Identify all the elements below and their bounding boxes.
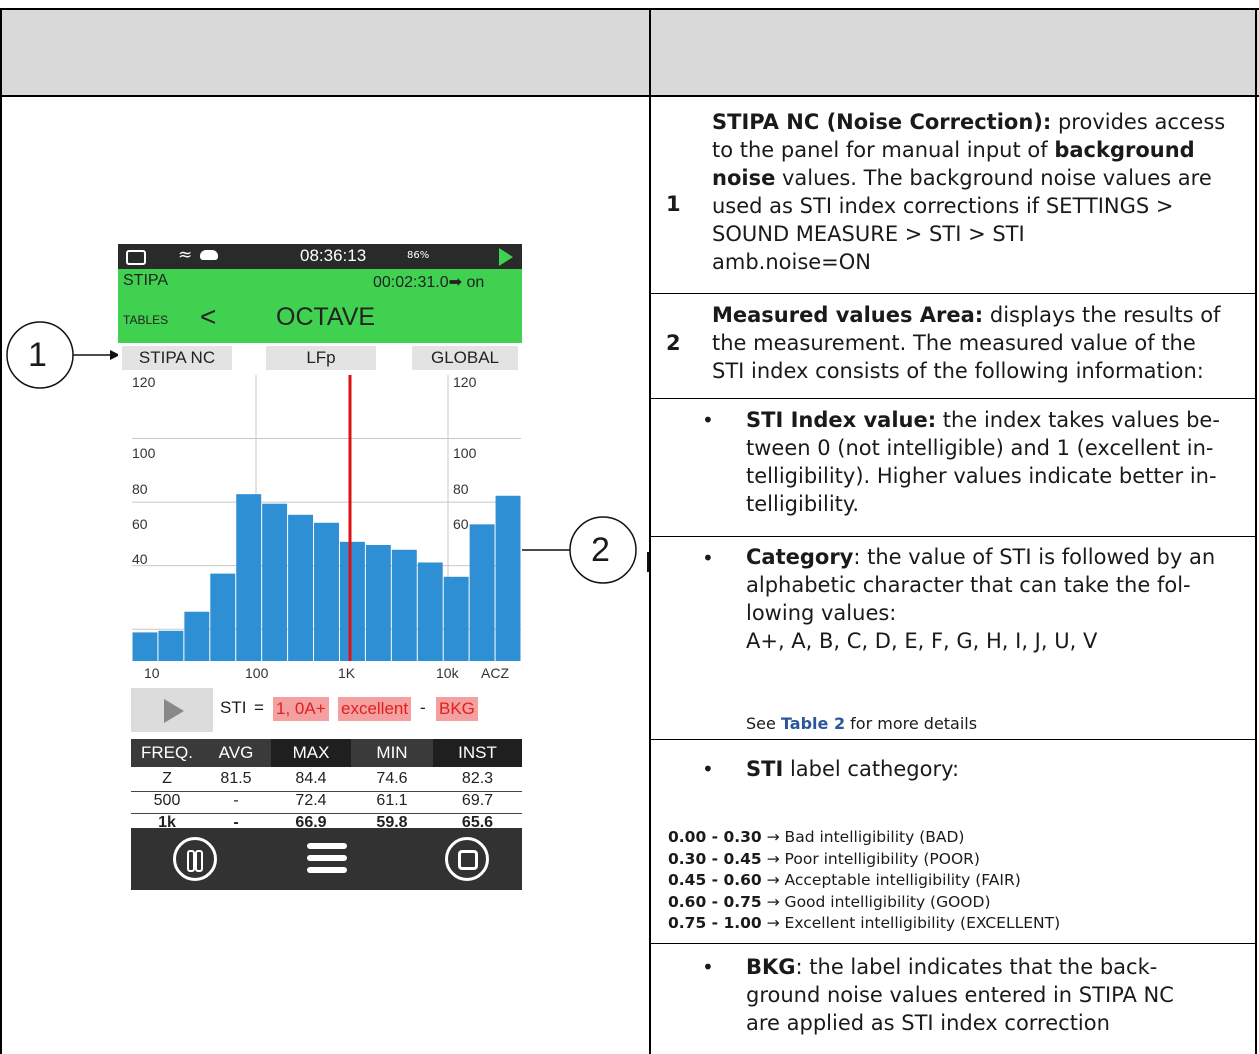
sti-equals: = — [254, 698, 264, 717]
table-header: FREQ. AVG MAX MIN INST — [131, 739, 522, 767]
play-button[interactable] — [131, 688, 213, 732]
sti-dash: - — [420, 698, 426, 717]
bar — [158, 630, 184, 661]
column-header: MAX — [271, 739, 351, 767]
table-cell: 72.4 — [295, 792, 327, 809]
bar — [262, 503, 288, 661]
pause-button[interactable] — [173, 837, 217, 881]
table-row: Z 81.5 84.4 74.6 82.3 — [131, 769, 522, 792]
play-status-icon — [499, 248, 513, 266]
status-time: 08:36:13 — [300, 246, 367, 265]
sti-result-row: STI = 1, 0A+ excellent - BKG — [118, 688, 522, 732]
status-bar: ≈ 08:36:13 86% — [118, 244, 522, 269]
screen-icon — [126, 250, 146, 265]
bar — [339, 541, 365, 661]
bottom-toolbar — [131, 828, 522, 890]
bar — [443, 576, 469, 661]
wifi-icon: ≈ — [178, 245, 193, 265]
bar — [495, 495, 521, 661]
stop-button[interactable] — [445, 837, 489, 881]
timer: 00:02:31.0➡ on — [373, 274, 485, 291]
menu-icon-line — [307, 867, 347, 873]
view-title: OCTAVE — [276, 303, 376, 331]
tab-lfp[interactable]: LFp — [266, 346, 376, 370]
table-cell: 84.4 — [295, 770, 327, 787]
table-cell: 82.3 — [461, 770, 494, 787]
table-cell: 69.7 — [461, 792, 494, 809]
table-cell: 81.5 — [220, 770, 252, 787]
table-cell: 500 — [153, 792, 181, 809]
tabs-row: STIPA NC LFp GLOBAL — [118, 343, 522, 373]
y-tick-label: 60 — [132, 516, 148, 532]
y-tick-label-right: 100 — [453, 445, 477, 461]
x-tick-label: ACZ — [481, 665, 509, 681]
sti-bkg: BKG — [436, 697, 478, 721]
x-tick-label: 1K — [338, 665, 356, 681]
mode-panel: STIPA 00:02:31.0➡ on TABLES < OCTAVE — [118, 269, 522, 343]
mode-label: STIPA — [123, 272, 169, 289]
y-tick-label: 120 — [132, 374, 156, 390]
callout-label-1: 1 — [28, 336, 47, 374]
menu-icon — [307, 843, 347, 849]
table-cell: 61.1 — [376, 792, 408, 809]
y-tick-label-right: 120 — [453, 374, 477, 390]
bar — [391, 549, 417, 661]
table-cell: 74.6 — [376, 770, 408, 787]
stop-icon — [458, 850, 478, 870]
table-cell: Z — [162, 770, 172, 787]
bar — [469, 524, 495, 661]
bar — [417, 562, 443, 661]
column-header: INST — [433, 739, 522, 767]
y-tick-label: 100 — [132, 445, 156, 461]
bar — [236, 494, 262, 661]
bar — [314, 522, 339, 661]
x-tick-label: 100 — [245, 665, 269, 681]
column-header: FREQ. — [141, 743, 193, 762]
bar — [365, 545, 391, 661]
column-header: AVG — [218, 743, 254, 762]
sti-value: 1, 0A+ — [273, 697, 329, 721]
table-row: 500 - 72.4 61.1 69.7 — [131, 791, 522, 814]
battery-level: 86% — [407, 250, 430, 261]
pause-icon-bar — [195, 850, 203, 872]
y-tick-label-right: 60 — [453, 516, 469, 532]
y-tick-label: 40 — [132, 551, 148, 567]
pause-icon — [187, 850, 195, 872]
x-tick-label: 10k — [436, 665, 459, 681]
menu-button[interactable] — [307, 843, 347, 873]
device-screen: ≈ 08:36:13 86% STIPA 00:02:31.0➡ on TABL… — [118, 244, 522, 890]
menu-icon-line — [307, 855, 347, 861]
bar — [210, 573, 236, 661]
sti-label: STI — [220, 698, 247, 717]
y-tick-label-right: 80 — [453, 481, 469, 497]
bar — [184, 611, 210, 661]
bar — [288, 514, 314, 661]
back-chevron-icon[interactable]: < — [200, 301, 216, 333]
column-header: MIN — [376, 743, 408, 762]
table-cell: - — [233, 792, 239, 809]
x-tick-label: 10 — [144, 665, 160, 681]
sti-category: excellent — [338, 697, 412, 721]
callout-label-2: 2 — [591, 531, 610, 569]
play-icon — [164, 699, 184, 723]
tab-global[interactable]: GLOBAL — [412, 346, 518, 370]
tables-button[interactable]: TABLES — [123, 313, 168, 327]
y-tick-label: 80 — [132, 481, 148, 497]
bar — [132, 632, 158, 661]
cloud-icon — [200, 250, 218, 260]
tab-stipa-nc[interactable]: STIPA NC — [122, 346, 232, 370]
